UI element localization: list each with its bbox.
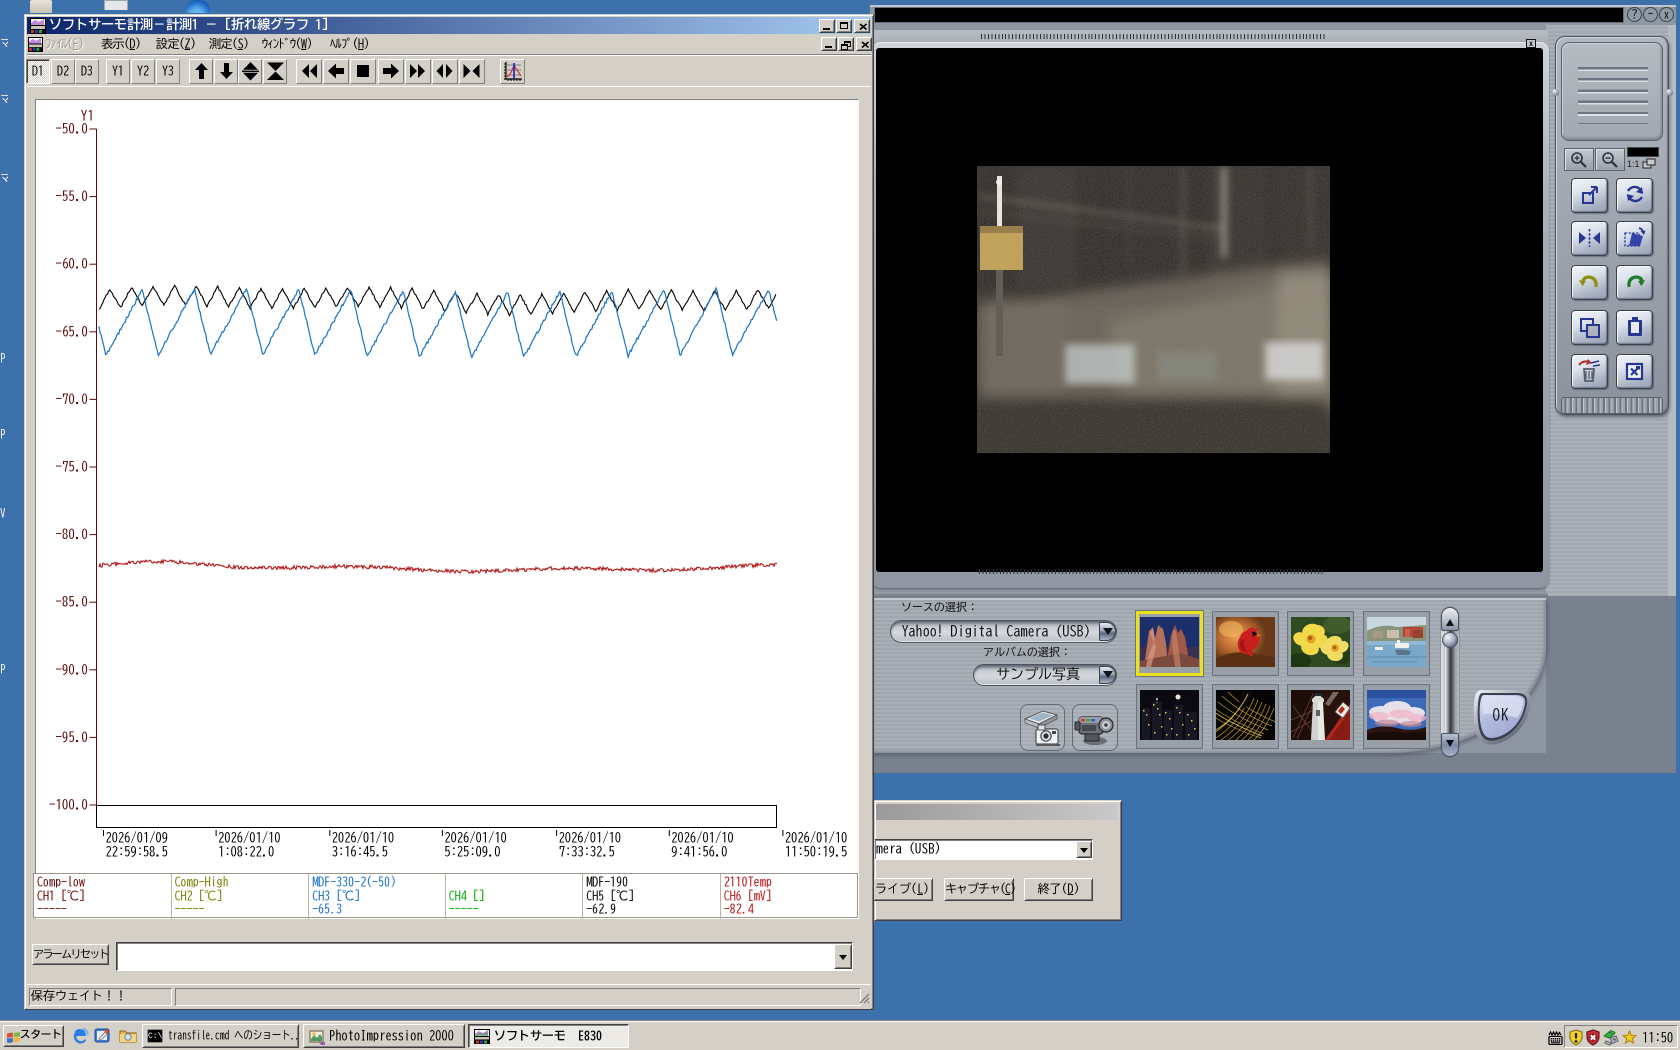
svg-text:-60.0: -60.0 <box>56 256 89 270</box>
svg-text:5:25:09.0: 5:25:09.0 <box>444 845 500 858</box>
svg-text:-80.0: -80.0 <box>56 528 89 541</box>
svg-text:2026/01/09: 2026/01/09 <box>106 831 169 844</box>
svg-text:9:41:56.0: 9:41:56.0 <box>671 845 727 858</box>
svg-text:-50.0: -50.0 <box>56 122 89 135</box>
svg-text:2026/01/10: 2026/01/10 <box>444 831 507 844</box>
svg-text:-65.0: -65.0 <box>56 324 89 338</box>
svg-text:3:16:45.5: 3:16:45.5 <box>332 845 388 858</box>
svg-text:11:50:19.5: 11:50:19.5 <box>785 845 848 858</box>
svg-text:1:08:22.0: 1:08:22.0 <box>218 845 274 858</box>
svg-text:-95.0: -95.0 <box>56 730 89 743</box>
svg-text:2026/01/10: 2026/01/10 <box>559 831 622 844</box>
svg-text:-55.0: -55.0 <box>56 190 89 203</box>
svg-text:7:33:32.5: 7:33:32.5 <box>559 845 615 858</box>
svg-text:2026/01/10: 2026/01/10 <box>785 831 848 844</box>
svg-text:2026/01/10: 2026/01/10 <box>332 831 395 844</box>
svg-text:-70.0: -70.0 <box>56 392 89 405</box>
svg-text:Y1: Y1 <box>81 109 94 122</box>
svg-text:-90.0: -90.0 <box>56 663 89 676</box>
svg-text:-75.0: -75.0 <box>56 460 89 473</box>
svg-text:-85.0: -85.0 <box>56 595 89 608</box>
svg-text:2026/01/10: 2026/01/10 <box>218 831 281 844</box>
svg-text:22:59:58.5: 22:59:58.5 <box>106 845 169 858</box>
svg-text:OK: OK <box>1493 707 1510 722</box>
svg-text:2026/01/10: 2026/01/10 <box>671 831 734 844</box>
svg-text:-100.0: -100.0 <box>49 798 88 811</box>
